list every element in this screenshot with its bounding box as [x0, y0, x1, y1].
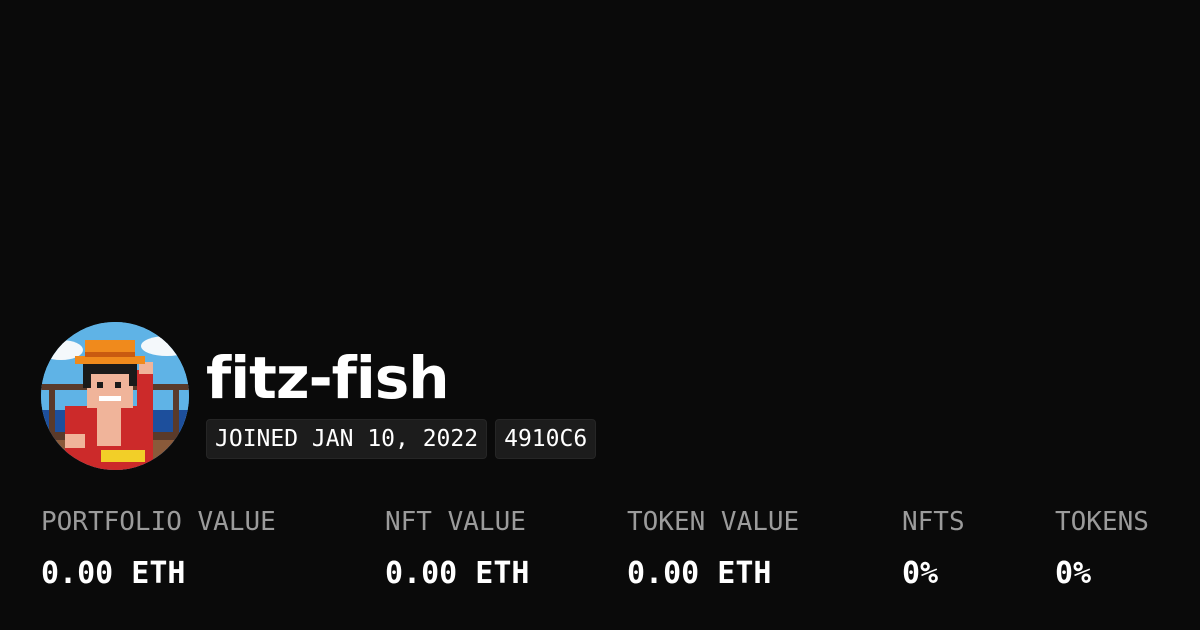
stat-label: TOKEN VALUE — [627, 507, 800, 537]
stat-label: TOKENS — [1055, 507, 1149, 537]
stat-tokens: TOKENS 0% — [1055, 504, 1149, 594]
stat-portfolio-value: PORTFOLIO VALUE 0.00 ETH — [41, 504, 276, 594]
stat-value: 0.00 ETH — [385, 556, 530, 591]
pixel-art-avatar-icon — [41, 322, 189, 470]
stat-label: PORTFOLIO VALUE — [41, 507, 276, 537]
joined-date-badge: JOINED JAN 10, 2022 — [206, 419, 488, 459]
stat-nfts: NFTS 0% — [902, 504, 965, 594]
stat-token-value: TOKEN VALUE 0.00 ETH — [627, 504, 799, 594]
avatar — [41, 322, 189, 470]
username: fitz-fish — [206, 344, 450, 412]
stat-label: NFT VALUE — [385, 507, 526, 537]
stat-label: NFTS — [902, 507, 965, 537]
address-badge: 4910C6 — [495, 419, 597, 459]
profile-badges: JOINED JAN 10, 2022 4910C6 — [206, 419, 597, 459]
stat-value: 0% — [902, 556, 939, 591]
profile-card: fitz-fish JOINED JAN 10, 2022 4910C6 POR… — [0, 0, 1200, 630]
stat-value: 0.00 ETH — [627, 556, 772, 591]
stat-value: 0% — [1055, 556, 1092, 591]
stat-value: 0.00 ETH — [41, 556, 186, 591]
stat-nft-value: NFT VALUE 0.00 ETH — [385, 504, 530, 594]
